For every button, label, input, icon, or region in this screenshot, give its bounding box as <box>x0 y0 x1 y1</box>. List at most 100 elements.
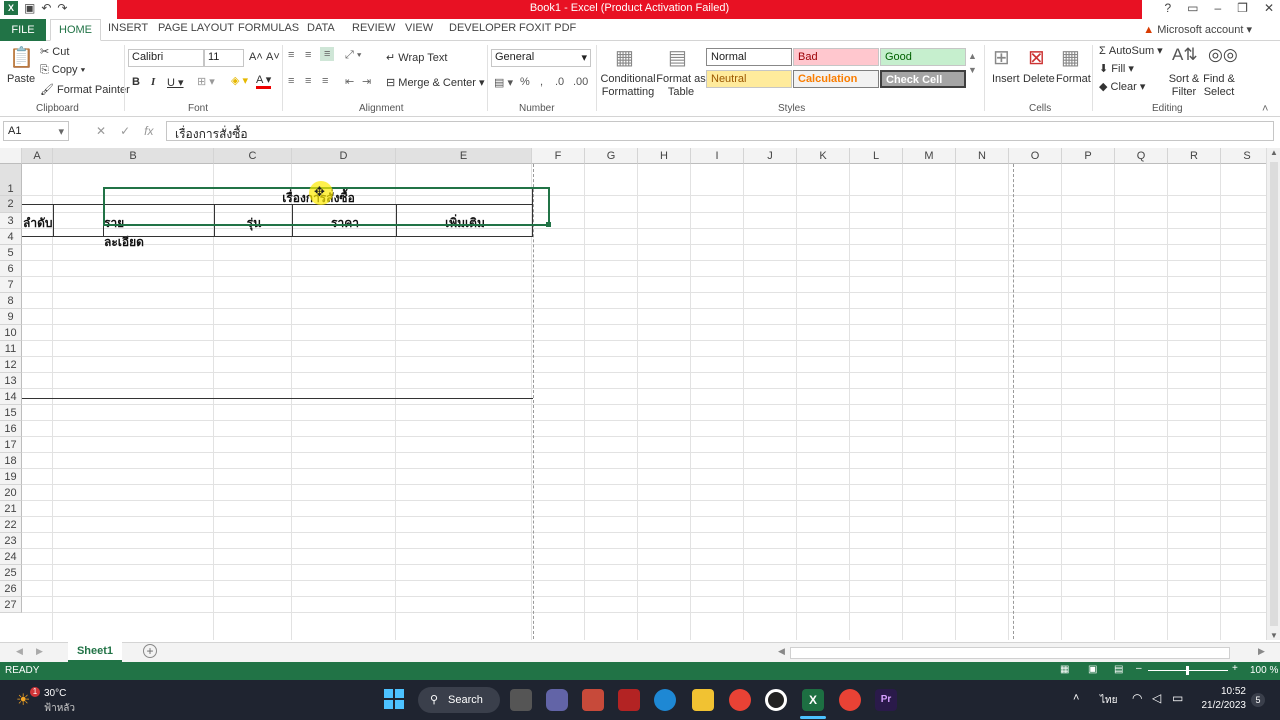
row-header-16[interactable]: 16 <box>0 421 22 437</box>
horizontal-scrollbar[interactable] <box>790 647 1230 659</box>
styles-scroll-icon[interactable]: ▲ ▼ <box>968 49 977 77</box>
sort-filter-button[interactable]: Sort & Filter <box>1166 73 1202 99</box>
scroll-down-icon[interactable]: ▼ <box>1270 631 1278 640</box>
hscroll-right-icon[interactable]: ▶ <box>1258 646 1265 657</box>
restore-icon[interactable]: ❐ <box>1237 1 1248 15</box>
align-middle-icon[interactable]: ≡ <box>305 49 311 61</box>
format-as-table-button[interactable]: Format as Table <box>656 73 706 99</box>
column-header-r[interactable]: R <box>1168 148 1221 164</box>
conditional-formatting-button[interactable]: Conditional Formatting <box>600 73 656 99</box>
name-box[interactable]: A1 ▾ <box>3 121 69 141</box>
format-button[interactable]: Format <box>1056 73 1091 85</box>
redo-icon[interactable]: ↷ <box>57 1 67 15</box>
style-bad[interactable]: Bad <box>793 48 879 66</box>
worksheet-grid[interactable]: เรื่องการสั่งซื้อ ลำดับ รายละเอียด รุ่น … <box>0 148 1266 640</box>
help-icon[interactable]: ? <box>1164 1 1171 15</box>
row-header-18[interactable]: 18 <box>0 453 22 469</box>
premiere-icon[interactable]: Pr <box>875 689 897 711</box>
format-painter-button[interactable]: 🖌 Format Painter <box>40 83 130 96</box>
tab-foxit-pdf[interactable]: FOXIT PDF <box>519 22 576 34</box>
battery-icon[interactable]: ▭ <box>1172 691 1183 705</box>
column-header-p[interactable]: P <box>1062 148 1115 164</box>
column-header-e[interactable]: E <box>396 148 532 164</box>
recorder-icon[interactable] <box>765 689 787 711</box>
enter-icon[interactable]: ✓ <box>120 124 130 138</box>
save-icon[interactable]: ▣ <box>24 1 35 15</box>
paste-button[interactable]: Paste <box>7 73 35 85</box>
tab-home[interactable]: HOME <box>50 19 101 41</box>
row-header-9[interactable]: 9 <box>0 309 22 325</box>
increase-indent-icon[interactable]: ⇥ <box>362 75 371 88</box>
close-icon[interactable]: ✕ <box>1264 1 1274 15</box>
row-header-7[interactable]: 7 <box>0 277 22 293</box>
collapse-ribbon-icon[interactable]: ˄ <box>1262 103 1268 115</box>
notification-badge[interactable]: 5 <box>1251 693 1265 707</box>
insert-cells-icon[interactable]: ⊞ <box>993 45 1010 70</box>
wrap-text-button[interactable]: ↵ Wrap Text <box>386 51 447 64</box>
row-header-10[interactable]: 10 <box>0 325 22 341</box>
find-select-button[interactable]: Find & Select <box>1201 73 1237 99</box>
row-header-27[interactable]: 27 <box>0 597 22 613</box>
autosum-button[interactable]: Σ AutoSum ▾ <box>1099 44 1163 57</box>
row-header-3[interactable]: 3 <box>0 213 22 229</box>
add-sheet-icon[interactable]: + <box>143 644 157 658</box>
fill-color-icon[interactable]: ◈ ▾ <box>231 74 248 87</box>
delete-cells-icon[interactable]: ⊠ <box>1028 45 1045 70</box>
merge-center-button[interactable]: ⊟ Merge & Center ▾ <box>386 76 485 89</box>
ribbon-display-icon[interactable]: ▭ <box>1187 1 1198 15</box>
column-header-b[interactable]: B <box>53 148 214 164</box>
row-header-15[interactable]: 15 <box>0 405 22 421</box>
scroll-thumb[interactable] <box>1270 162 1278 626</box>
column-header-l[interactable]: L <box>850 148 903 164</box>
italic-button[interactable]: I <box>151 76 155 88</box>
style-calculation[interactable]: Calculation <box>793 70 879 88</box>
sheet-tab-sheet1[interactable]: Sheet1 <box>68 642 122 662</box>
align-center-icon[interactable]: ≡ <box>305 75 311 87</box>
account-menu[interactable]: ▲ Microsoft account ▾ <box>1143 23 1252 36</box>
tab-review[interactable]: REVIEW <box>352 22 395 34</box>
align-top-icon[interactable]: ≡ <box>288 49 294 61</box>
tab-insert[interactable]: INSERT <box>108 22 148 34</box>
format-as-table-icon[interactable]: ▤ <box>668 45 687 70</box>
cell-a2[interactable]: ลำดับ <box>23 214 53 233</box>
style-neutral[interactable]: Neutral <box>706 70 792 88</box>
column-header-h[interactable]: H <box>638 148 691 164</box>
row-header-26[interactable]: 26 <box>0 581 22 597</box>
underline-button[interactable]: U ▾ <box>167 76 184 89</box>
shrink-font-icon[interactable]: A˅ <box>266 51 280 63</box>
borders-icon[interactable]: ⊞ ▾ <box>197 75 215 88</box>
file-explorer-icon[interactable] <box>692 689 714 711</box>
tab-data[interactable]: DATA <box>307 22 335 34</box>
comma-icon[interactable]: , <box>540 76 543 88</box>
clear-button[interactable]: ◆ Clear ▾ <box>1099 80 1145 93</box>
fill-button[interactable]: ⬇ Fill ▾ <box>1099 62 1134 75</box>
delete-button[interactable]: Delete <box>1023 73 1055 85</box>
tray-overflow-icon[interactable]: ˄ <box>1073 692 1079 704</box>
row-header-25[interactable]: 25 <box>0 565 22 581</box>
number-format-select[interactable]: General ▾ <box>491 49 591 67</box>
copy-button[interactable]: ⎘ Copy ▾ <box>40 64 85 77</box>
sheet-nav-prev-icon[interactable]: ◀ <box>16 646 23 657</box>
select-all-corner[interactable] <box>0 148 22 164</box>
column-header-g[interactable]: G <box>585 148 638 164</box>
font-name-select[interactable]: Calibri <box>128 49 204 67</box>
row-header-21[interactable]: 21 <box>0 501 22 517</box>
minimize-icon[interactable]: – <box>1214 1 1221 15</box>
column-header-q[interactable]: Q <box>1115 148 1168 164</box>
tab-page-layout[interactable]: PAGE LAYOUT <box>158 22 234 34</box>
align-left-icon[interactable]: ≡ <box>288 75 294 87</box>
column-header-i[interactable]: I <box>691 148 744 164</box>
conditional-formatting-icon[interactable]: ▦ <box>615 45 634 70</box>
decrease-indent-icon[interactable]: ⇤ <box>345 75 354 88</box>
row-header-19[interactable]: 19 <box>0 469 22 485</box>
style-normal[interactable]: Normal <box>706 48 792 66</box>
paste-icon[interactable]: 📋 <box>9 45 34 70</box>
zoom-slider-thumb[interactable] <box>1186 666 1189 675</box>
scroll-up-icon[interactable]: ▲ <box>1270 148 1278 157</box>
taskbar-search[interactable]: ⚲ Search <box>418 687 500 713</box>
percent-icon[interactable]: % <box>520 76 530 88</box>
tab-view[interactable]: VIEW <box>405 22 433 34</box>
style-check-cell[interactable]: Check Cell <box>880 70 966 88</box>
align-bottom-icon[interactable]: ≡ <box>320 47 335 61</box>
weather-icon[interactable]: ☀ <box>16 690 30 710</box>
